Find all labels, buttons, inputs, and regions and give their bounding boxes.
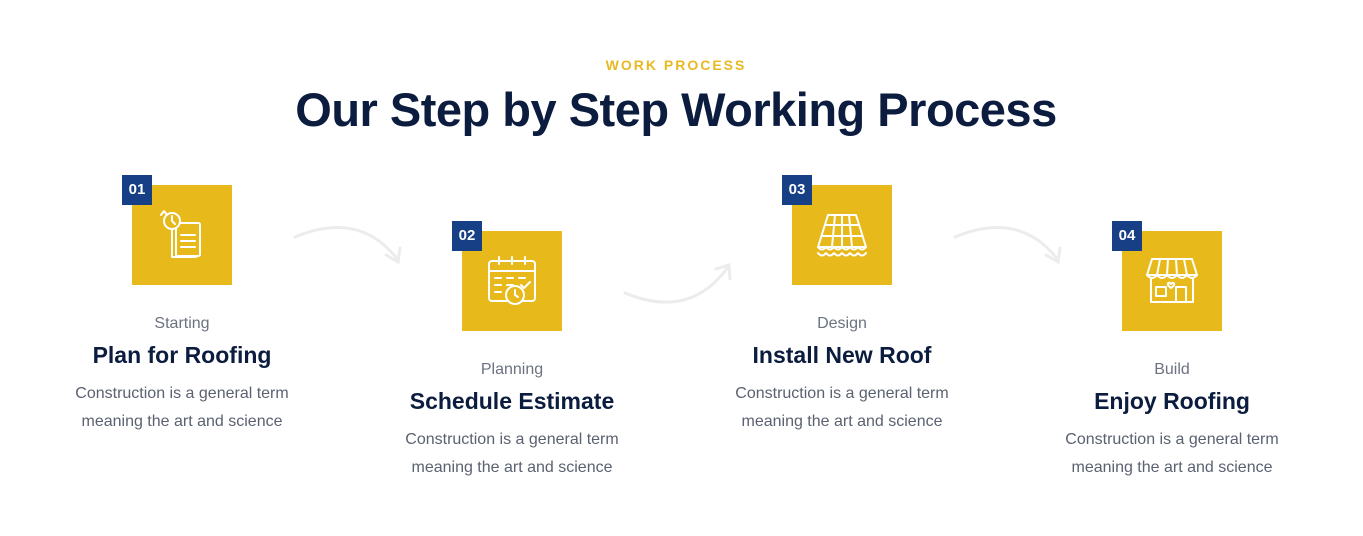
step-title: Enjoy Roofing [1094,388,1250,414]
step-number-badge: 01 [122,175,152,205]
section-eyebrow: WORK PROCESS [605,57,747,73]
step-description-line: Construction is a general term [405,431,619,448]
roof-tiles-icon [817,214,867,257]
connector-arrow-3 [953,226,1062,265]
step-number-badge: 04 [1112,221,1142,251]
connector-arrow-1 [293,226,402,265]
calendar-clock-icon [488,256,536,305]
step-subtitle: Build [1154,361,1190,378]
section-heading: Our Step by Step Working Process [295,83,1057,136]
step-description: Construction is a general term meaning t… [692,380,992,436]
step-number-badge: 03 [782,175,812,205]
step-subtitle: Starting [154,315,210,332]
connector-arrow-2 [623,263,732,304]
step-description-line: meaning the art and science [1071,459,1273,476]
step-title: Install New Roof [752,342,932,368]
step-description-line: meaning the art and science [411,459,613,476]
documents-clock-icon [160,210,201,258]
step-description: Construction is a general term meaning t… [1022,426,1322,482]
step-description-line: meaning the art and science [741,413,943,430]
step-description-line: Construction is a general term [75,385,289,402]
step-subtitle: Design [817,315,867,332]
step-description: Construction is a general term meaning t… [362,426,662,482]
step-number-badge: 02 [452,221,482,251]
step-subtitle: Planning [480,361,544,378]
step-title: Schedule Estimate [409,388,615,414]
storefront-icon [1146,258,1198,303]
step-description-line: Construction is a general term [1065,431,1279,448]
step-description-line: meaning the art and science [81,413,283,430]
step-title: Plan for Roofing [92,342,272,368]
step-description: Construction is a general term meaning t… [32,380,332,436]
step-description-line: Construction is a general term [735,385,949,402]
